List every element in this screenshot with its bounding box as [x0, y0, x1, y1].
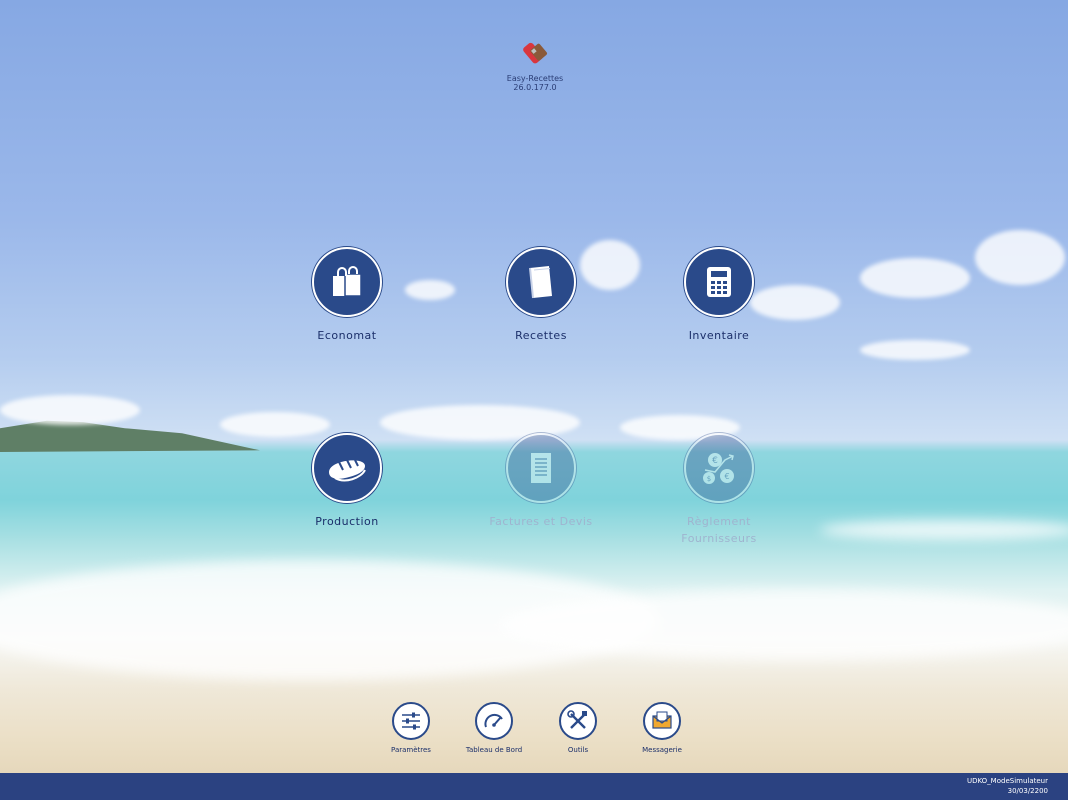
- outils-label: Outils: [567, 746, 589, 754]
- toolbar-outils[interactable]: Outils: [533, 702, 623, 754]
- cloud: [860, 340, 970, 360]
- sea-foam: [820, 520, 1068, 540]
- money-bags-icon: € $ €: [703, 453, 734, 484]
- messagerie-button[interactable]: [643, 702, 681, 740]
- factures-devis-button[interactable]: [506, 433, 576, 503]
- status-date: 30/03/2200: [1007, 787, 1048, 795]
- parametres-label: Paramètres: [391, 746, 431, 754]
- parametres-button[interactable]: [392, 702, 430, 740]
- svg-text:€: €: [724, 472, 729, 481]
- toolbar-parametres[interactable]: Paramètres: [366, 702, 456, 754]
- document-icon: [531, 453, 551, 483]
- economat-button[interactable]: [312, 247, 382, 317]
- svg-text:$: $: [707, 475, 711, 483]
- factures-devis-label: Factures et Devis: [489, 515, 593, 528]
- status-user: UDKO_ModeSimulateur: [966, 777, 1048, 785]
- status-bar: UDKO_ModeSimulateur 30/03/2200: [0, 773, 1068, 800]
- cloud: [860, 258, 970, 298]
- module-economat[interactable]: Economat: [277, 247, 417, 344]
- book-icon: [529, 266, 552, 299]
- svg-text:€: €: [712, 456, 718, 466]
- messagerie-label: Messagerie: [642, 746, 682, 754]
- bread-icon: [329, 459, 366, 482]
- module-recettes[interactable]: Recettes: [471, 247, 611, 344]
- recettes-button[interactable]: [506, 247, 576, 317]
- reglement-fournisseurs-button[interactable]: € $ €: [684, 433, 754, 503]
- envelope-icon: [652, 711, 672, 729]
- toolbar-messagerie[interactable]: Messagerie: [617, 702, 707, 754]
- shopping-bag-icon: [333, 266, 362, 297]
- production-button[interactable]: [312, 433, 382, 503]
- outils-button[interactable]: [559, 702, 597, 740]
- recettes-label: Recettes: [515, 329, 567, 342]
- desktop-app-shortcut[interactable]: Easy-Recettes 26.0.177.0: [500, 38, 570, 92]
- tableau-de-bord-button[interactable]: [475, 702, 513, 740]
- calculator-icon: [707, 267, 731, 297]
- cloud: [975, 230, 1065, 285]
- toolbar-tableau-de-bord[interactable]: Tableau de Bord: [449, 702, 539, 754]
- cloud: [0, 395, 140, 425]
- desktop-background: [0, 0, 1068, 800]
- app-name: Easy-Recettes: [506, 74, 564, 83]
- reglement-fournisseurs-label: Règlement Fournisseurs: [681, 515, 757, 545]
- app-logo-icon: [519, 38, 551, 70]
- inventaire-button[interactable]: [684, 247, 754, 317]
- status-info: UDKO_ModeSimulateur 30/03/2200: [967, 776, 1048, 796]
- gauge-icon: [484, 713, 503, 728]
- production-label: Production: [315, 515, 379, 528]
- sliders-icon: [402, 712, 420, 730]
- economat-label: Economat: [317, 329, 377, 342]
- app-version: 26.0.177.0: [513, 83, 557, 92]
- module-inventaire[interactable]: Inventaire: [649, 247, 789, 344]
- tools-icon: [567, 710, 587, 729]
- module-reglement-fournisseurs[interactable]: € $ € Règlement Fournisseurs: [649, 433, 789, 547]
- inventaire-label: Inventaire: [688, 329, 750, 342]
- tableau-de-bord-label: Tableau de Bord: [465, 746, 523, 754]
- module-production[interactable]: Production: [277, 433, 417, 530]
- sea-foam: [500, 590, 1068, 660]
- module-factures-devis[interactable]: Factures et Devis: [471, 433, 611, 530]
